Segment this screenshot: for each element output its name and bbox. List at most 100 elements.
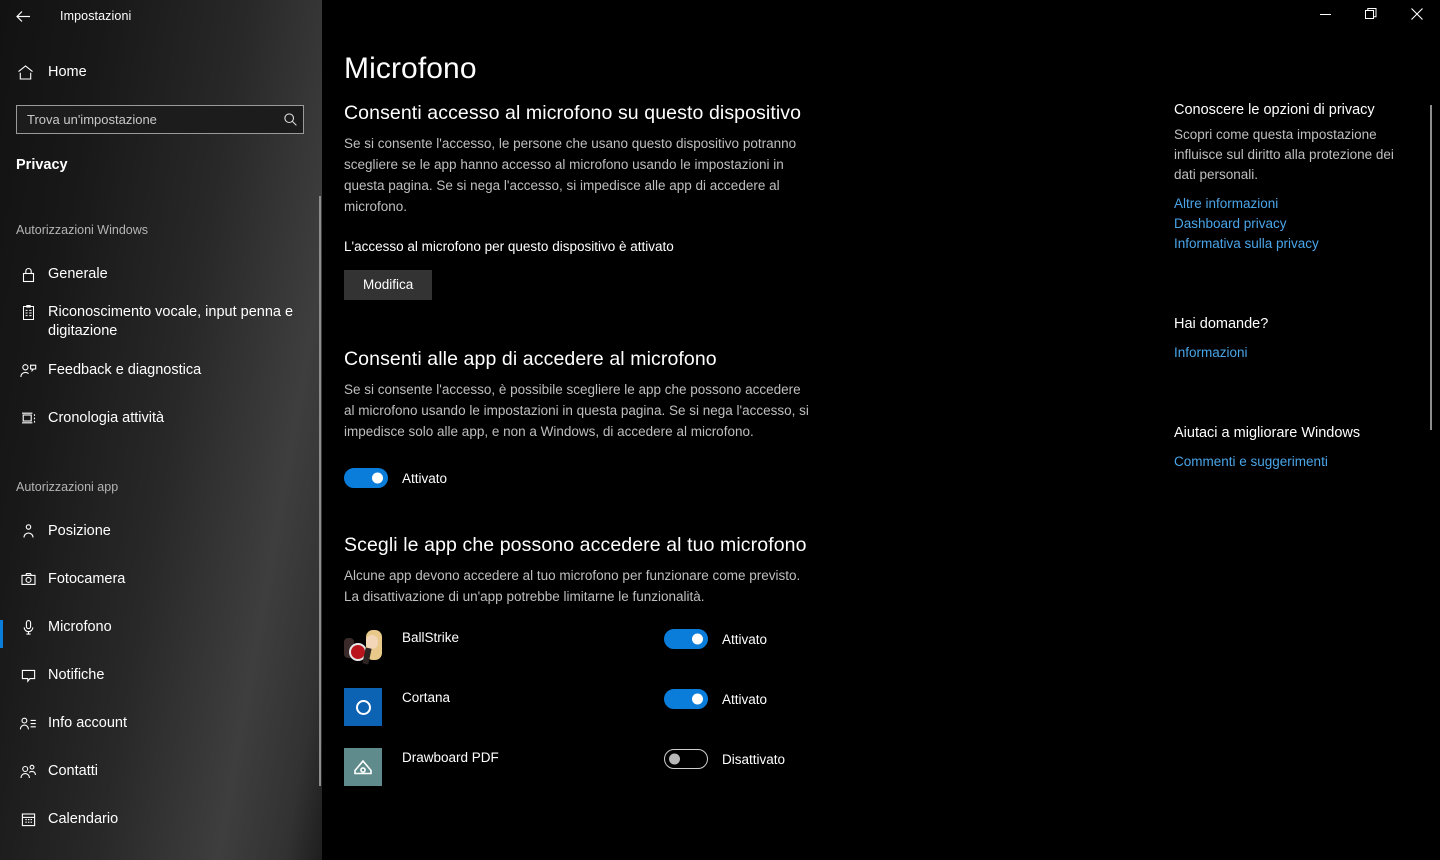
device-access-status: L'accesso al microfono per questo dispos…: [344, 239, 674, 254]
maximize-button[interactable]: [1348, 0, 1394, 32]
back-button[interactable]: [0, 0, 46, 32]
app-toggle-drawboard-pdf[interactable]: [664, 749, 708, 769]
apps-access-section: Consenti alle app di accedere al microfo…: [344, 346, 814, 488]
sidebar-item-riconoscimento-vocale[interactable]: Riconoscimento vocale, input penna e dig…: [0, 303, 322, 343]
minimize-button[interactable]: [1302, 0, 1348, 32]
modifica-button[interactable]: Modifica: [344, 270, 433, 300]
privacy-options-body: Scopri come questa impostazione influisc…: [1174, 127, 1394, 182]
app-row-ballstrike: BallStrike Attivato: [344, 628, 814, 688]
choose-apps-title: Scegli le app che possono accedere al tu…: [344, 534, 807, 556]
sidebar-item-label-home: Home: [48, 64, 87, 80]
app-toggle-cortana[interactable]: [664, 689, 708, 709]
sidebar-item-cronologia-attivita[interactable]: Cronologia attività: [0, 409, 322, 449]
main-content: Microfono Consenti accesso al microfono …: [322, 0, 1440, 860]
sidebar-item-label-generale: Generale: [48, 266, 108, 282]
sidebar-item-generale[interactable]: Generale: [0, 265, 322, 305]
sidebar-item-microfono[interactable]: Microfono: [0, 618, 322, 658]
app-list: BallStrike Attivato Cortana Attivato Dra…: [344, 628, 814, 808]
sidebar-item-contatti[interactable]: Contatti: [0, 762, 322, 802]
search-input[interactable]: [17, 112, 277, 127]
restore-icon: [1365, 7, 1377, 25]
lock-icon: [16, 265, 40, 283]
sidebar-item-fotocamera[interactable]: Fotocamera: [0, 570, 322, 610]
privacy-options-block: Conoscere le opzioni di privacy Scopri c…: [1174, 100, 1406, 254]
sidebar-scrollbar[interactable]: [319, 196, 321, 786]
page-title: Microfono: [344, 52, 477, 85]
improve-windows-block: Aiutaci a migliorare Windows Commenti e …: [1174, 423, 1406, 472]
minimize-icon: [1319, 7, 1331, 25]
app-name-drawboard-pdf: Drawboard PDF: [402, 750, 499, 765]
search-icon: [277, 112, 303, 127]
sidebar-item-feedback-diagnostica[interactable]: Feedback e diagnostica: [0, 361, 322, 401]
apps-access-toggle-row: Attivato: [344, 468, 814, 488]
close-icon: [1411, 7, 1423, 25]
app-toggle-ballstrike[interactable]: [664, 629, 708, 649]
sidebar-item-label-calendario: Calendario: [48, 811, 119, 827]
link-informazioni[interactable]: Informazioni: [1174, 343, 1406, 363]
sidebar: Home Privacy Autorizzazioni Windows: [0, 0, 322, 860]
app-toggle-label-drawboard-pdf: Disattivato: [722, 751, 786, 767]
camera-icon: [16, 570, 40, 588]
sidebar-item-label-notifiche: Notifiche: [48, 667, 105, 683]
sidebar-item-posizione[interactable]: Posizione: [0, 522, 322, 562]
device-access-title: Consenti accesso al microfono su questo …: [344, 102, 802, 124]
sidebar-item-label-contatti: Contatti: [48, 763, 98, 779]
link-informativa-privacy[interactable]: Informativa sulla privacy: [1174, 234, 1406, 254]
sidebar-item-notifiche[interactable]: Notifiche: [0, 666, 322, 706]
app-toggle-row-ballstrike: Attivato: [664, 628, 767, 649]
home-icon: [16, 63, 38, 82]
window-title: Impostazioni: [60, 9, 132, 23]
location-pin-icon: [16, 522, 40, 540]
sidebar-group-heading-app: Autorizzazioni app: [16, 480, 119, 494]
sidebar-item-label-riconoscimento-vocale: Riconoscimento vocale, input penna e dig…: [48, 304, 294, 339]
apps-access-toggle-label: Attivato: [402, 470, 448, 486]
window-controls: [1302, 0, 1440, 32]
sidebar-item-label-feedback-diagnostica: Feedback e diagnostica: [48, 362, 202, 378]
sidebar-item-info-account[interactable]: Info account: [0, 714, 322, 754]
sidebar-item-label-info-account: Info account: [48, 715, 127, 731]
title-bar: Impostazioni: [0, 0, 1440, 32]
device-access-body: Se si consente l'accesso, le persone che…: [344, 136, 797, 214]
choose-apps-body: Alcune app devono accedere al tuo microf…: [344, 568, 801, 604]
link-commenti-suggerimenti[interactable]: Commenti e suggerimenti: [1174, 452, 1406, 472]
sidebar-item-label-posizione: Posizione: [48, 523, 111, 539]
search-box[interactable]: [16, 105, 304, 134]
feedback-person-icon: [16, 361, 40, 380]
improve-windows-heading: Aiutaci a migliorare Windows: [1174, 425, 1361, 441]
sidebar-item-label-cronologia-attivita: Cronologia attività: [48, 410, 165, 426]
ballstrike-app-icon: [344, 628, 382, 666]
app-toggle-label-cortana: Attivato: [722, 691, 768, 707]
activity-history-icon: [16, 409, 40, 427]
notification-bubble-icon: [16, 666, 40, 684]
app-name-ballstrike: BallStrike: [402, 630, 460, 645]
apps-access-toggle[interactable]: [344, 468, 388, 488]
info-panel: Conoscere le opzioni di privacy Scopri c…: [1174, 100, 1406, 472]
app-row-cortana: Cortana Attivato: [344, 688, 814, 748]
privacy-options-heading: Conoscere le opzioni di privacy: [1174, 102, 1375, 118]
app-toggle-row-drawboard-pdf: Disattivato: [664, 748, 785, 769]
questions-block: Hai domande? Informazioni: [1174, 314, 1406, 363]
settings-window: Impostazioni Home Trova un'impostazione …: [0, 0, 1440, 860]
app-toggle-label-ballstrike: Attivato: [722, 631, 768, 647]
choose-apps-section: Scegli le app che possono accedere al tu…: [344, 532, 814, 808]
app-row-drawboard-pdf: Drawboard PDF Disattivato: [344, 748, 814, 808]
sidebar-item-home[interactable]: Home: [0, 52, 322, 92]
sidebar-item-label-fotocamera: Fotocamera: [48, 571, 126, 587]
sidebar-item-calendario[interactable]: Calendario: [0, 810, 322, 850]
account-info-icon: [16, 714, 40, 733]
microphone-icon: [16, 618, 40, 636]
sidebar-item-label-microfono: Microfono: [48, 619, 112, 635]
content-scrollbar[interactable]: [1430, 105, 1432, 430]
apps-access-title: Consenti alle app di accedere al microfo…: [344, 348, 717, 370]
contacts-icon: [16, 762, 40, 781]
cortana-app-icon: [344, 688, 382, 726]
questions-heading: Hai domande?: [1174, 316, 1269, 332]
clipboard-icon: [16, 303, 40, 321]
link-altre-informazioni[interactable]: Altre informazioni: [1174, 194, 1406, 214]
close-button[interactable]: [1394, 0, 1440, 32]
calendar-icon: [16, 810, 40, 828]
app-name-cortana: Cortana: [402, 690, 451, 705]
link-dashboard-privacy[interactable]: Dashboard privacy: [1174, 214, 1406, 234]
apps-access-body: Se si consente l'accesso, è possibile sc…: [344, 382, 809, 439]
settings-column: Consenti accesso al microfono su questo …: [344, 100, 814, 808]
